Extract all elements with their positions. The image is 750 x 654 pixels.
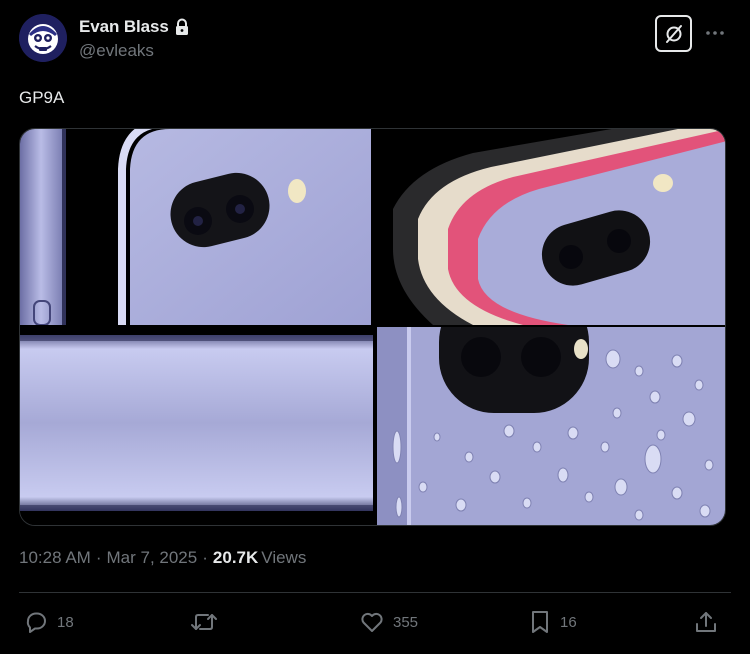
avatar-cartoon-face: [19, 14, 67, 62]
views-count: 20.7K: [212, 548, 259, 567]
phone-frame-edge-image: [20, 327, 373, 525]
repost-button[interactable]: [190, 604, 218, 640]
repost-icon: [191, 614, 217, 630]
phone-water-droplets-image: [377, 327, 725, 525]
meta-separator: ·: [95, 548, 102, 567]
views-label: Views: [261, 548, 307, 567]
phone-side-camera-image: [20, 129, 371, 325]
reply-icon: [26, 612, 46, 633]
meta-separator-2: ·: [202, 548, 208, 567]
share-icon: [696, 612, 716, 632]
tweet-text: GP9A: [19, 88, 65, 107]
more-button[interactable]: [700, 20, 730, 46]
grok-icon: [665, 24, 682, 43]
reply-button[interactable]: 18: [23, 604, 74, 640]
like-count: 355: [393, 613, 419, 631]
tweet-meta: 10:28 AM · Mar 7, 2025 · 20.7K Views: [19, 548, 306, 568]
grok-button[interactable]: [655, 15, 692, 52]
heart-icon: [361, 612, 383, 632]
media-phones-color-lineup[interactable]: [373, 129, 725, 325]
tweet-date[interactable]: Mar 7, 2025: [107, 548, 198, 568]
bookmark-icon: [532, 611, 548, 633]
media-grid: [19, 128, 726, 526]
tweet-author: Evan Blass @evleaks: [79, 16, 190, 61]
more-dots-icon: [706, 31, 724, 35]
tweet-actions: 18 355 16: [19, 604, 730, 640]
like-button[interactable]: 355: [359, 604, 418, 640]
divider: [19, 592, 731, 593]
bookmark-count: 16: [560, 613, 577, 631]
phones-color-lineup-image: [373, 129, 725, 325]
reply-count: 18: [57, 613, 74, 631]
avatar[interactable]: [19, 14, 67, 62]
media-phone-frame-edge[interactable]: [20, 327, 373, 525]
author-handle[interactable]: @evleaks: [79, 41, 190, 61]
media-phone-water-droplets[interactable]: [377, 327, 725, 525]
tweet-time[interactable]: 10:28 AM: [19, 548, 91, 568]
bookmark-button[interactable]: 16: [528, 604, 577, 640]
share-button[interactable]: [693, 604, 719, 640]
lock-icon: [174, 18, 190, 36]
media-phone-side-camera[interactable]: [20, 129, 371, 325]
author-display-name[interactable]: Evan Blass: [79, 17, 169, 37]
